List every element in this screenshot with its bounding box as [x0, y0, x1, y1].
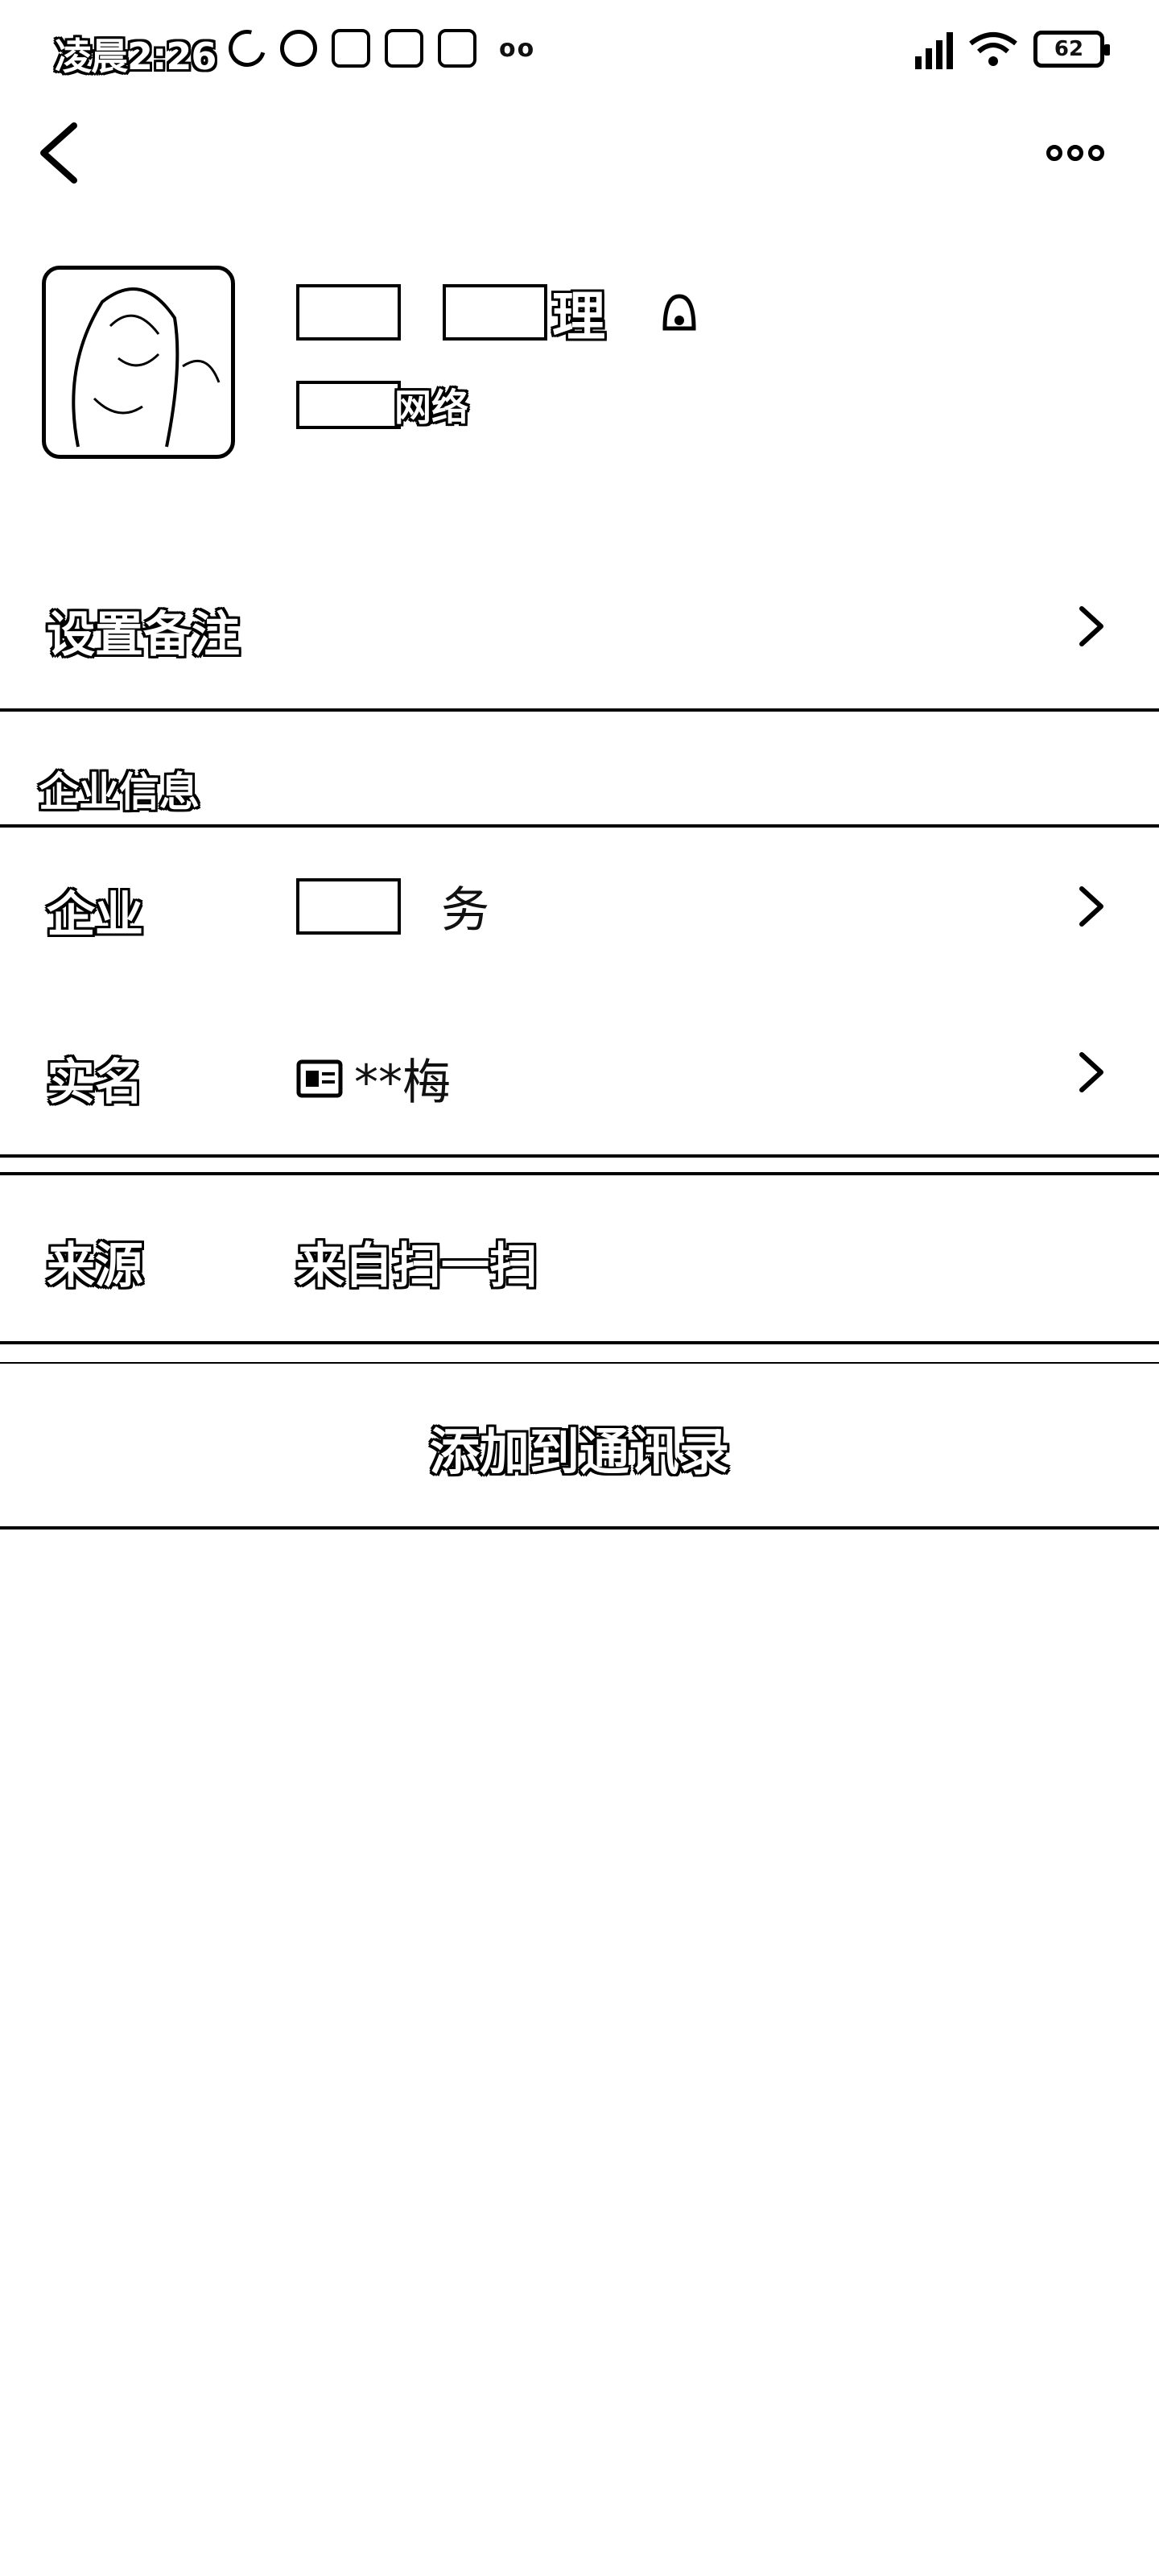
org-suffix: 网络	[394, 386, 468, 429]
contact-org: 网络	[296, 378, 468, 431]
battery-level: 62	[1054, 37, 1084, 61]
status-icons-left: oo	[221, 23, 536, 74]
row-label: 设置备注	[47, 607, 240, 663]
avatar-image	[72, 287, 221, 448]
section-title: 企业信息	[39, 769, 200, 815]
status-icons-right: 62	[915, 29, 1110, 69]
chevron-right-icon	[1079, 886, 1103, 927]
status-more-dots: oo	[499, 34, 536, 63]
chevron-right-icon	[1079, 1052, 1103, 1092]
realname-text: **梅	[354, 1055, 451, 1111]
divider	[0, 1341, 1159, 1344]
source-value: 来自扫一扫	[296, 1238, 538, 1294]
redacted-block	[296, 381, 401, 429]
chevron-right-icon	[1079, 606, 1103, 646]
realname-value: **梅	[296, 1043, 451, 1113]
alarm-icon	[280, 30, 317, 67]
redacted-block	[296, 284, 401, 341]
divider	[0, 824, 1159, 828]
status-time: 凌晨2:26	[55, 35, 217, 78]
id-card-icon	[296, 1059, 343, 1097]
company-suffix: 务	[441, 882, 489, 939]
source-row: 来源 来自扫一扫	[0, 1191, 1159, 1336]
company-value: 务	[296, 871, 489, 941]
moon-icon	[221, 23, 273, 74]
back-button[interactable]	[32, 121, 89, 185]
redacted-block	[296, 877, 401, 935]
divider	[0, 1362, 1159, 1364]
row-label: 企业	[47, 887, 143, 943]
notification-app-icon	[332, 29, 370, 68]
name-suffix: 理	[552, 286, 605, 348]
battery-icon: 62	[1033, 31, 1110, 68]
divider	[0, 1172, 1159, 1175]
more-options-button[interactable]	[1046, 137, 1111, 169]
person-icon	[662, 294, 696, 331]
divider	[0, 708, 1159, 712]
avatar[interactable]	[42, 266, 235, 459]
company-row[interactable]: 企业 务	[0, 853, 1159, 966]
set-remark-row[interactable]: 设置备注	[0, 564, 1159, 708]
redacted-block	[443, 284, 547, 341]
divider	[0, 1526, 1159, 1530]
contact-name: 理	[296, 274, 702, 351]
wifi-icon	[969, 32, 1017, 66]
more-icon	[1046, 145, 1062, 161]
notification-app-icon	[385, 29, 423, 68]
notification-app-icon	[438, 29, 476, 68]
add-to-contacts-button[interactable]: 添加到通讯录	[0, 1365, 1159, 1530]
realname-row[interactable]: 实名 **梅	[0, 1014, 1159, 1127]
divider	[0, 1154, 1159, 1158]
signal-icon	[915, 29, 953, 69]
row-label: 实名	[47, 1055, 143, 1111]
row-label: 来源	[47, 1238, 143, 1294]
status-bar: 凌晨2:26 oo 62	[0, 0, 1159, 105]
